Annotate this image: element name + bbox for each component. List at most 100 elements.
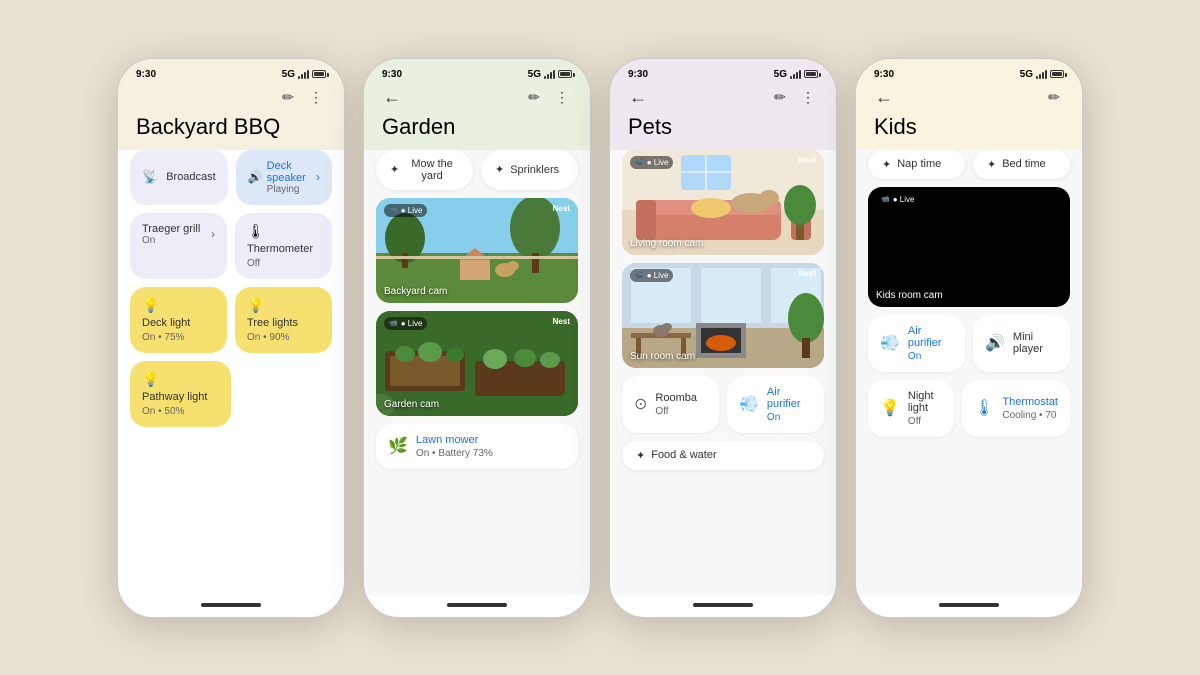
- thermo-label: Thermometer: [247, 243, 320, 255]
- status-right-pets: 5G: [774, 69, 818, 80]
- title-pets: Pets: [610, 114, 836, 150]
- lawn-mower-label: Lawn mower: [416, 434, 493, 446]
- backyard-cam-live-badge: 📹 ● Live: [384, 204, 427, 217]
- menu-icon-pets[interactable]: ⋮: [798, 88, 818, 108]
- roomba-label: Roomba: [655, 392, 697, 404]
- thermo-sublabel: Off: [247, 258, 320, 269]
- night-light-info: Night light Off: [908, 390, 942, 427]
- battery-icon-bbq: [312, 70, 326, 78]
- mini-player-info: Mini player: [1013, 331, 1058, 355]
- back-icon-kids[interactable]: ←: [874, 88, 894, 108]
- time-pets: 9:30: [628, 69, 648, 80]
- pathway-sublabel: On • 50%: [142, 406, 219, 417]
- purifier-info-kids: Air purifier On: [908, 325, 953, 362]
- deck-light-card[interactable]: 💡 Deck light On • 75%: [130, 287, 227, 353]
- deck-speaker-sublabel: Playing: [267, 184, 312, 195]
- status-bar-kids: 9:30 5G: [856, 59, 1082, 86]
- broadcast-card[interactable]: 📡 Broadcast: [130, 150, 228, 205]
- garden-cam-card[interactable]: 📹 ● Live Nest Garden cam: [376, 311, 578, 416]
- purifier-label-kids: Air purifier: [908, 325, 953, 349]
- thermostat-card[interactable]: 🌡 Thermostat Cooling • 70: [962, 380, 1070, 437]
- tree-lights-sublabel: On • 90%: [247, 332, 320, 343]
- arrow-icon-speaker: ›: [316, 170, 320, 184]
- signal-icon-bbq: [298, 69, 309, 79]
- living-cam-card[interactable]: 📹 ● Live Nest Living room cam: [622, 150, 824, 255]
- light-icon3: 💡: [142, 371, 219, 388]
- back-icon-pets[interactable]: ←: [628, 88, 648, 108]
- lawn-mower-row: 🌿 Lawn mower On • Battery 73%: [376, 424, 578, 469]
- sparkle-icon-mow: ✦: [390, 163, 399, 176]
- status-bar-pets: 9:30 5G: [610, 59, 836, 86]
- deck-speaker-card[interactable]: 🔊 Deck speaker Playing ›: [236, 150, 332, 205]
- device-row-pets: ⊙ Roomba Off 💨 Air purifier On: [622, 376, 824, 433]
- mini-player-card[interactable]: 🔊 Mini player: [973, 315, 1070, 372]
- thermostat-label: Thermostat: [1002, 396, 1058, 408]
- edit-icon-garden[interactable]: ✏: [524, 88, 544, 108]
- row4-bbq: 💡 Pathway light On • 50%: [130, 361, 332, 427]
- edit-icon-kids[interactable]: ✏: [1044, 88, 1064, 108]
- garden-cam-label: Garden cam: [384, 399, 439, 410]
- lawn-mower-card[interactable]: 🌿 Lawn mower On • Battery 73%: [376, 424, 578, 469]
- mow-yard-btn[interactable]: ✦ Mow the yard: [376, 150, 473, 190]
- backyard-cam-card[interactable]: 📹 ● Live Nest Backyard cam: [376, 198, 578, 303]
- night-light-icon: 💡: [880, 398, 900, 418]
- night-light-label: Night light: [908, 390, 942, 414]
- row2-bbq: Traeger grill On › 🌡 Thermometer Off: [130, 213, 332, 279]
- sparkle-icon-bed: ✦: [987, 158, 996, 171]
- battery-icon-pets: [804, 70, 818, 78]
- nest-badge-living: Nest: [799, 156, 816, 165]
- food-water-btn[interactable]: ✦ Food & water: [622, 441, 824, 470]
- tree-lights-label: Tree lights: [247, 317, 320, 329]
- bed-time-btn[interactable]: ✦ Bed time: [973, 150, 1070, 179]
- purifier-label-pets: Air purifier: [767, 386, 812, 410]
- back-icon-garden[interactable]: ←: [382, 88, 402, 108]
- sprinklers-btn[interactable]: ✦ Sprinklers: [481, 150, 578, 190]
- sprinklers-label: Sprinklers: [510, 164, 559, 176]
- speaker-icon: 🔊: [248, 170, 263, 184]
- bottom-bar-bbq: [201, 603, 261, 607]
- phones-container: 9:30 5G ✏ ⋮ Backyard BBQ: [97, 38, 1103, 638]
- signal-icon-kids: [1036, 69, 1047, 79]
- traeger-card[interactable]: Traeger grill On ›: [130, 213, 227, 279]
- edit-icon-pets[interactable]: ✏: [770, 88, 790, 108]
- backyard-cam-label: Backyard cam: [384, 286, 447, 297]
- nap-time-btn[interactable]: ✦ Nap time: [868, 150, 965, 179]
- edit-icon-bbq[interactable]: ✏: [278, 88, 298, 108]
- content-kids: ✦ Nap time ✦ Bed time: [856, 150, 1082, 595]
- phone-pets: 9:30 5G ← ✏ ⋮ Pets: [609, 58, 837, 618]
- sun-cam-card[interactable]: 📹 ● Live Nest Sun room cam: [622, 263, 824, 368]
- purifier-status-kids: On: [908, 351, 953, 362]
- night-light-status: Off: [908, 416, 942, 427]
- air-purifier-card-pets[interactable]: 💨 Air purifier On: [727, 376, 824, 433]
- broadcast-label: Broadcast: [166, 171, 216, 183]
- content-garden: ✦ Mow the yard ✦ Sprinklers: [364, 150, 590, 595]
- nav-icons-right-kids: ✏: [1044, 88, 1064, 108]
- pathway-light-card[interactable]: 💡 Pathway light On • 50%: [130, 361, 231, 427]
- purifier-info-pets: Air purifier On: [767, 386, 812, 423]
- nav-pets: ← ✏ ⋮: [610, 86, 836, 114]
- nav-icons-right-pets: ✏ ⋮: [770, 88, 818, 108]
- kids-cam-card[interactable]: 📹 ● Live Kids room cam: [868, 187, 1070, 307]
- menu-icon-bbq[interactable]: ⋮: [306, 88, 326, 108]
- roomba-card[interactable]: ⊙ Roomba Off: [622, 376, 719, 433]
- content-pets: 📹 ● Live Nest Living room cam: [610, 150, 836, 595]
- nav-bbq: ✏ ⋮: [118, 86, 344, 114]
- deck-light-sublabel: On • 75%: [142, 332, 215, 343]
- thermometer-card[interactable]: 🌡 Thermometer Off: [235, 213, 332, 279]
- living-cam-live-badge: 📹 ● Live: [630, 156, 673, 169]
- tree-lights-card[interactable]: 💡 Tree lights On • 90%: [235, 287, 332, 353]
- status-bar-bbq: 9:30 5G: [118, 59, 344, 86]
- cam-icon-backyard: 📹: [389, 206, 398, 214]
- bed-label: Bed time: [1002, 158, 1045, 170]
- battery-icon-kids: [1050, 70, 1064, 78]
- menu-icon-garden[interactable]: ⋮: [552, 88, 572, 108]
- title-garden: Garden: [364, 114, 590, 150]
- kids-cam-label: Kids room cam: [876, 290, 943, 301]
- status-bar-garden: 9:30 5G: [364, 59, 590, 86]
- night-light-card[interactable]: 💡 Night light Off: [868, 380, 954, 437]
- signal-icon-garden: [544, 69, 555, 79]
- air-purifier-card-kids[interactable]: 💨 Air purifier On: [868, 315, 965, 372]
- nap-label: Nap time: [897, 158, 941, 170]
- mini-player-icon: 🔊: [985, 333, 1005, 353]
- deck-speaker-label: Deck speaker: [267, 160, 312, 184]
